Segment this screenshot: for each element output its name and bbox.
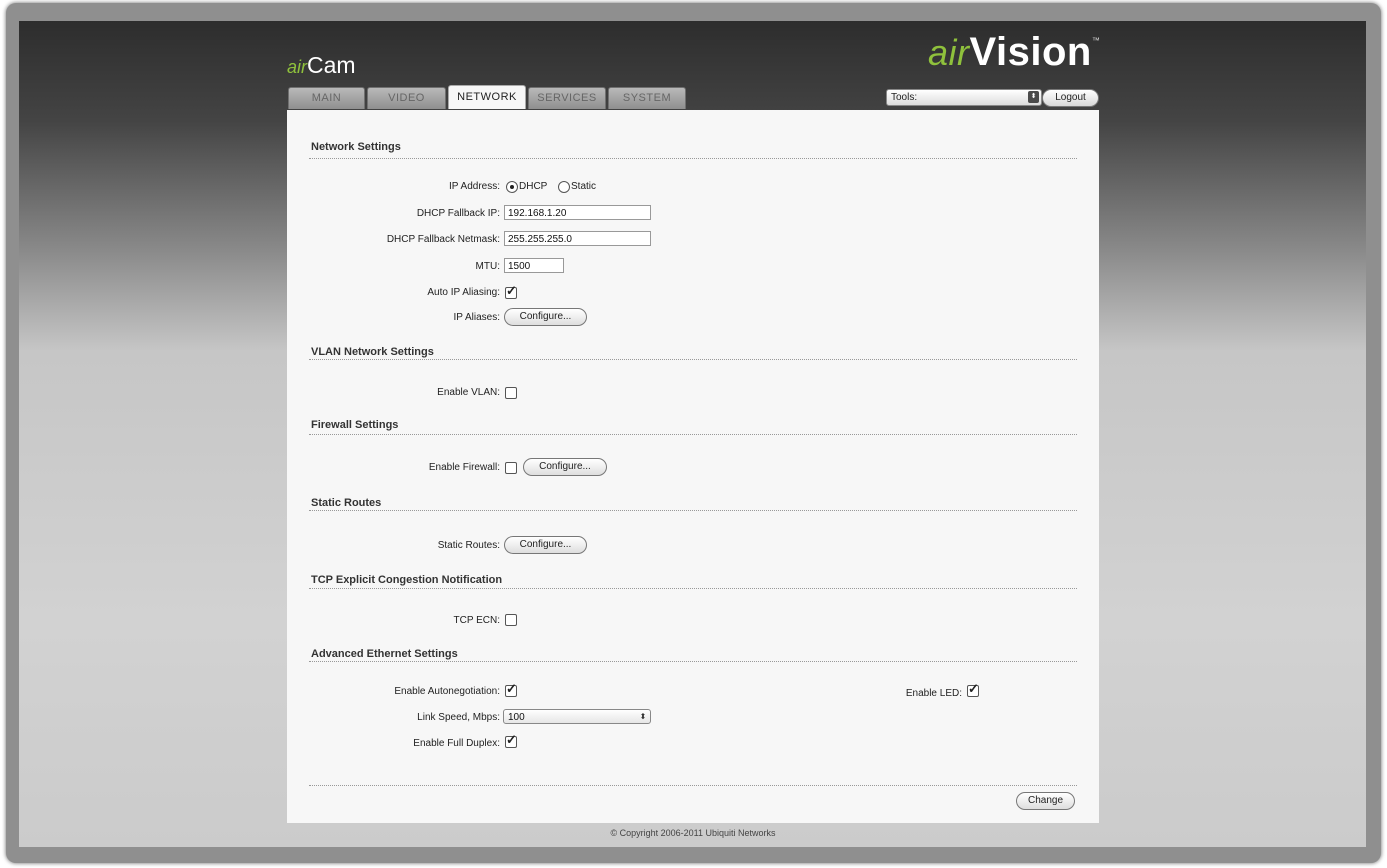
aircam-logo: airCam xyxy=(287,52,356,78)
auto-ip-aliasing-checkbox[interactable] xyxy=(505,283,517,299)
ip-aliases-label: IP Aliases: xyxy=(453,312,500,323)
fallback-netmask-label: DHCP Fallback Netmask: xyxy=(386,234,500,245)
section-title-network: Network Settings xyxy=(311,141,401,153)
full-duplex-label: Enable Full Duplex: xyxy=(413,738,500,749)
fallback-netmask-input[interactable]: 255.255.255.0 xyxy=(504,231,651,246)
section-title-ethernet: Advanced Ethernet Settings xyxy=(311,648,458,660)
autonegotiation-checkbox[interactable] xyxy=(505,681,517,697)
static-radio-label: Static xyxy=(571,181,597,192)
dhcp-radio[interactable] xyxy=(506,181,518,193)
enable-firewall-label: Enable Firewall: xyxy=(428,462,500,473)
divider xyxy=(309,661,1077,662)
auto-ip-aliasing-label: Auto IP Aliasing: xyxy=(427,287,500,298)
divider xyxy=(309,588,1077,589)
dhcp-radio-label: DHCP xyxy=(519,181,548,192)
ip-aliases-configure-button[interactable]: Configure... xyxy=(504,308,587,326)
copyright-footer: © Copyright 2006-2011 Ubiquiti Networks xyxy=(610,828,776,838)
autonegotiation-label: Enable Autonegotiation: xyxy=(394,686,500,697)
change-button[interactable]: Change xyxy=(1016,792,1075,810)
enable-vlan-label: Enable VLAN: xyxy=(437,387,500,398)
tcp-ecn-checkbox[interactable] xyxy=(505,614,517,626)
enable-led-label: Enable LED: xyxy=(905,688,962,699)
static-routes-configure-button[interactable]: Configure... xyxy=(504,536,587,554)
section-title-tcp-ecn: TCP Explicit Congestion Notification xyxy=(311,574,503,586)
full-duplex-checkbox[interactable] xyxy=(505,732,517,748)
enable-firewall-checkbox[interactable] xyxy=(505,462,517,474)
divider xyxy=(309,510,1077,511)
static-routes-label: Static Routes: xyxy=(437,540,500,551)
link-speed-label: Link Speed, Mbps: xyxy=(417,712,500,723)
divider xyxy=(309,434,1077,435)
tab-bar: MAIN VIDEO NETWORK SERVICES SYSTEM xyxy=(288,85,688,110)
airvision-logo: airVision™ xyxy=(928,30,1101,74)
divider xyxy=(309,158,1077,159)
ip-address-label: IP Address: xyxy=(449,181,500,192)
divider xyxy=(309,359,1077,360)
section-title-static-routes: Static Routes xyxy=(311,497,382,509)
section-title-vlan: VLAN Network Settings xyxy=(311,346,434,358)
tab-network[interactable]: NETWORK xyxy=(448,85,526,109)
section-title-firewall: Firewall Settings xyxy=(311,419,399,431)
network-settings-panel: Network Settings IP Address: DHCP Static… xyxy=(287,110,1099,823)
enable-led-checkbox[interactable] xyxy=(967,681,979,697)
tab-services[interactable]: SERVICES xyxy=(528,87,606,109)
select-arrows-icon: ⬍ xyxy=(639,712,647,721)
tab-video[interactable]: VIDEO xyxy=(367,87,446,109)
static-radio[interactable] xyxy=(558,181,570,193)
divider xyxy=(309,785,1077,786)
fallback-ip-input[interactable]: 192.168.1.20 xyxy=(504,205,651,220)
firewall-configure-button[interactable]: Configure... xyxy=(523,458,607,476)
tab-main[interactable]: MAIN xyxy=(288,87,365,109)
enable-vlan-checkbox[interactable] xyxy=(505,387,517,399)
tab-system[interactable]: SYSTEM xyxy=(608,87,686,109)
tcp-ecn-label: TCP ECN: xyxy=(453,615,501,626)
link-speed-select[interactable]: 100 ⬍ xyxy=(503,709,651,724)
tools-dropdown[interactable]: Tools: ⬍ xyxy=(886,89,1042,106)
select-arrows-icon: ⬍ xyxy=(1028,91,1039,103)
mtu-input[interactable]: 1500 xyxy=(504,258,564,273)
fallback-ip-label: DHCP Fallback IP: xyxy=(416,208,500,219)
mtu-label: MTU: xyxy=(475,261,500,272)
logout-button[interactable]: Logout xyxy=(1042,89,1099,107)
